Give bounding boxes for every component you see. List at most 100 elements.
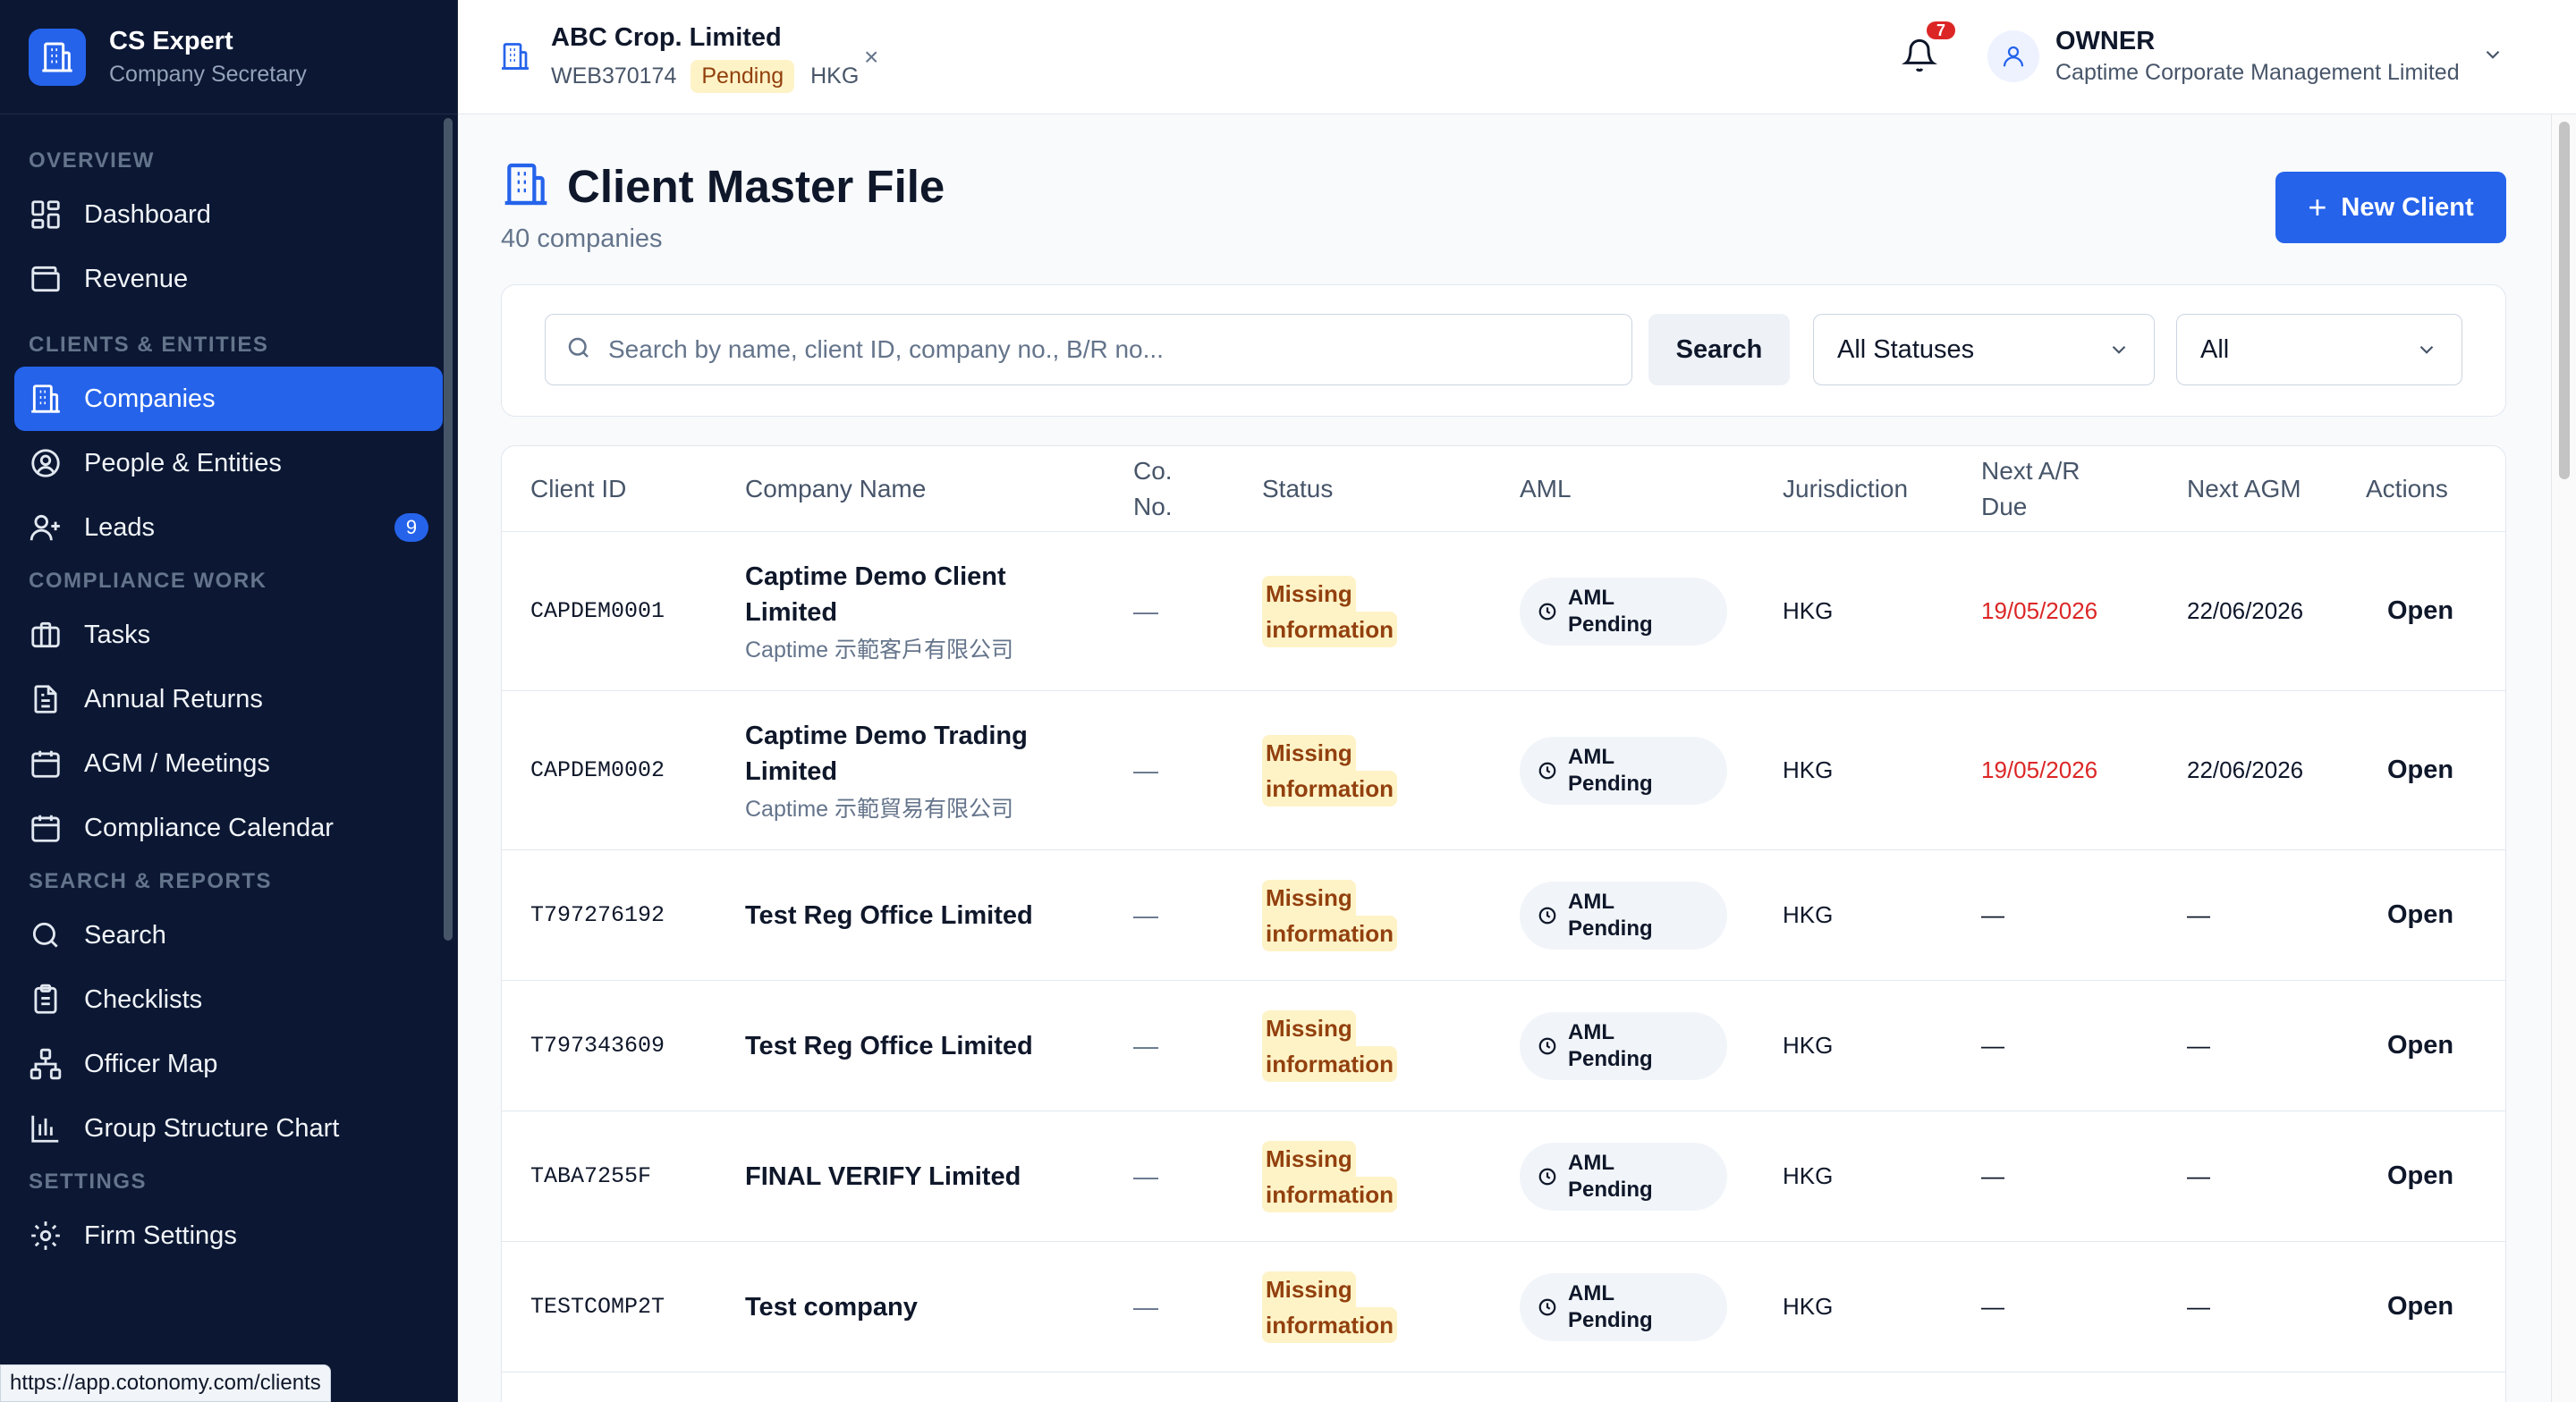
selected-company-chip[interactable]: ABC Crop. Limited WEB370174 Pending HKG xyxy=(499,23,859,93)
status-badge-line: Missing xyxy=(1262,575,1356,612)
next-agm-cell: 22/06/2026 xyxy=(2187,597,2304,624)
user-plus-icon xyxy=(30,514,60,541)
table-row[interactable]: CAPDEM0002 Captime Demo Trading Limited … xyxy=(502,691,2505,850)
sidebar-item-group-structure-chart[interactable]: Group Structure Chart xyxy=(14,1096,443,1161)
company-name[interactable]: Test Reg Office Limited xyxy=(745,898,1033,933)
aml-badge: AML Pending xyxy=(1520,736,1727,805)
column-header-next-agm[interactable]: Next AGM xyxy=(2187,446,2301,532)
section-overview: OVERVIEW xyxy=(29,148,155,173)
column-header-actions: Actions xyxy=(2366,475,2448,503)
secondary-filter-select[interactable]: All xyxy=(2176,314,2462,385)
sidebar-item-companies[interactable]: Companies xyxy=(14,367,443,431)
secondary-filter-value: All xyxy=(2200,334,2230,364)
company-name-chinese: Captime 示範客戶有限公司 xyxy=(745,637,1014,663)
sidebar-item-firm-settings[interactable]: Firm Settings xyxy=(14,1204,443,1268)
brand[interactable]: CS Expert Company Secretary xyxy=(0,0,457,114)
aml-cell: AML Pending xyxy=(1520,981,1727,1111)
user-menu[interactable]: OWNER Captime Corporate Management Limit… xyxy=(1987,27,2504,86)
aml-badge-line: AML xyxy=(1568,744,1614,769)
open-button[interactable]: Open xyxy=(2387,850,2453,980)
aml-badge-line: Pending xyxy=(1568,612,1653,637)
sidebar-item-label: Companies xyxy=(84,384,216,413)
status-filter-select[interactable]: All Statuses xyxy=(1813,314,2155,385)
calendar-icon xyxy=(31,750,60,778)
building-icon xyxy=(499,40,531,77)
sidebar-item-revenue[interactable]: Revenue xyxy=(14,247,443,311)
topbar: ABC Crop. Limited WEB370174 Pending HKG … xyxy=(458,0,2576,114)
table-row[interactable]: T797276192 Test Reg Office Limited — Mis… xyxy=(502,850,2505,981)
status-badge-line: information xyxy=(1262,1306,1397,1343)
sidebar-item-checklists[interactable]: Checklists xyxy=(14,967,443,1032)
aml-badge-line: Pending xyxy=(1568,916,1653,941)
chevron-down-icon xyxy=(2419,345,2434,354)
status-filter-value: All Statuses xyxy=(1837,334,1975,364)
sidebar-item-dashboard[interactable]: Dashboard xyxy=(14,182,443,247)
clock-icon xyxy=(1538,907,1556,924)
bell-icon[interactable] xyxy=(1902,38,1937,78)
network-icon xyxy=(30,1048,62,1080)
column-header-status[interactable]: Status xyxy=(1262,446,1333,532)
company-name[interactable]: Test company xyxy=(745,1289,918,1325)
next-ar-due-cell: — xyxy=(1981,1032,2004,1059)
sidebar-item-people-entities[interactable]: People & Entities xyxy=(14,431,443,495)
company-count: 40 companies xyxy=(501,224,663,253)
page-scrollbar-thumb[interactable] xyxy=(2559,122,2570,479)
sidebar-item-compliance-calendar[interactable]: Compliance Calendar xyxy=(14,796,443,860)
sidebar-item-label: Firm Settings xyxy=(84,1220,237,1250)
sidebar-item-label: Checklists xyxy=(84,984,203,1014)
close-icon[interactable]: × xyxy=(864,43,878,72)
page-scrollbar[interactable] xyxy=(2551,114,2576,1402)
sidebar-item-label: Leads xyxy=(84,512,156,542)
column-header-next-ar-due[interactable]: Next A/R Due xyxy=(1981,446,2080,532)
gear-icon xyxy=(31,1221,60,1250)
table-row[interactable]: TABA7255F FINAL VERIFY Limited — Missing… xyxy=(502,1111,2505,1242)
sidebar-scrollbar[interactable] xyxy=(444,118,453,941)
column-header-company-name[interactable]: Company Name xyxy=(745,446,926,532)
sidebar-item-annual-returns[interactable]: Annual Returns xyxy=(14,667,443,731)
company-name-cell: FINAL VERIFY Limited xyxy=(745,1111,1021,1241)
open-button[interactable]: Open xyxy=(2387,1111,2453,1241)
column-header-aml[interactable]: AML xyxy=(1520,446,1572,532)
sidebar-item-leads[interactable]: Leads 9 xyxy=(14,495,443,560)
open-button[interactable]: Open xyxy=(2387,1242,2453,1372)
column-header-co-no[interactable]: Co. No. xyxy=(1133,446,1173,532)
status-badge: Missing information xyxy=(1262,734,1397,807)
sidebar-item-search[interactable]: Search xyxy=(14,903,443,967)
sidebar-item-officer-map[interactable]: Officer Map xyxy=(14,1032,443,1096)
sidebar-item-label: Tasks xyxy=(84,620,151,649)
leads-count-badge: 9 xyxy=(394,513,428,542)
aml-badge-line: AML xyxy=(1568,585,1614,610)
aml-badge-line: AML xyxy=(1568,1019,1614,1044)
search-button[interactable]: Search xyxy=(1648,314,1790,385)
user-role: OWNER xyxy=(2055,27,2156,55)
co-no-cell: — xyxy=(1133,1292,1158,1321)
status-badge-line: Missing xyxy=(1262,734,1356,771)
client-id-cell: CAPDEM0001 xyxy=(530,598,665,624)
open-button[interactable]: Open xyxy=(2387,532,2453,690)
table-row[interactable]: T797343609 Test Reg Office Limited — Mis… xyxy=(502,981,2505,1111)
company-name[interactable]: Captime Demo Client xyxy=(745,559,1013,595)
table-row[interactable]: CAPDEM0001 Captime Demo Client Limited C… xyxy=(502,532,2505,691)
open-button[interactable]: Open xyxy=(2387,691,2453,849)
search-field[interactable] xyxy=(545,314,1632,385)
section-compliance: COMPLIANCE WORK xyxy=(29,569,267,593)
column-header-client-id[interactable]: Client ID xyxy=(530,446,626,532)
brand-title: CS Expert xyxy=(109,26,233,55)
aml-cell: AML Pending xyxy=(1520,532,1727,690)
clients-table: Client ID Company Name Co. No. Status AM… xyxy=(501,445,2506,1402)
aml-badge: AML Pending xyxy=(1520,881,1727,950)
company-name[interactable]: Captime Demo Trading xyxy=(745,718,1028,754)
table-row[interactable]: TESTCOMP2T Test company — Missing inform… xyxy=(502,1242,2505,1372)
status-badge-line: Missing xyxy=(1262,1009,1356,1046)
wallet-icon xyxy=(31,266,60,292)
open-button[interactable]: Open xyxy=(2387,981,2453,1111)
company-name[interactable]: Test Reg Office Limited xyxy=(745,1028,1033,1064)
column-header-jurisdiction[interactable]: Jurisdiction xyxy=(1783,446,1908,532)
search-input[interactable] xyxy=(608,335,1592,364)
sidebar-item-tasks[interactable]: Tasks xyxy=(14,603,443,667)
sidebar-item-agm-meetings[interactable]: AGM / Meetings xyxy=(14,731,443,796)
next-ar-due-cell: 19/05/2026 xyxy=(1981,756,2098,783)
notification-count-badge: 7 xyxy=(1927,21,1955,39)
new-client-button[interactable]: + New Client xyxy=(2275,172,2506,243)
company-name[interactable]: FINAL VERIFY Limited xyxy=(745,1159,1021,1195)
